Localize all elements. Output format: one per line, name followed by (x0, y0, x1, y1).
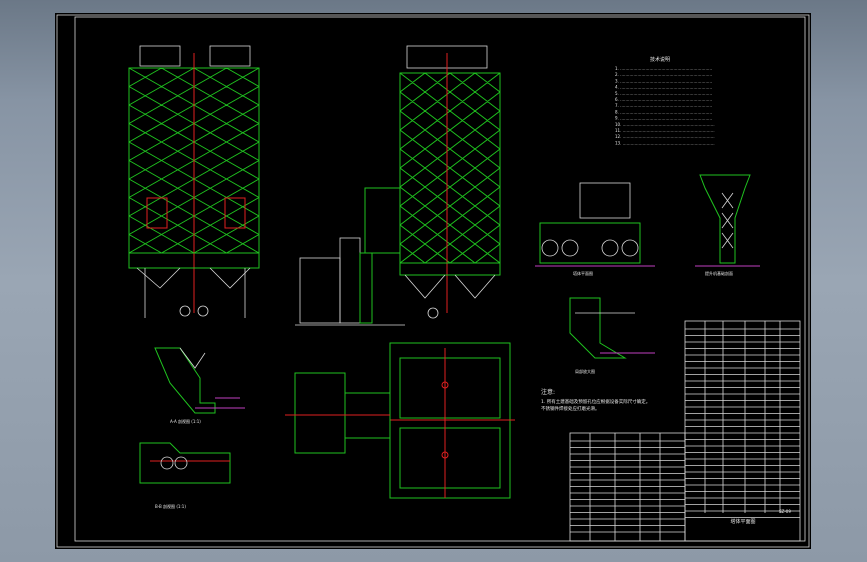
remarks-title: 注意: (541, 388, 555, 396)
note-line: 12. …………………………………………………………… (615, 134, 715, 139)
cad-drawing: 技术说明 1. ……………………………………………………………2. ………………… (56, 14, 810, 548)
side-view-small (535, 182, 655, 267)
bucket-elevator (295, 237, 405, 326)
support-frame-view (695, 174, 760, 267)
detail-a (569, 297, 655, 359)
note-line: 5. …………………………………………………………… (615, 91, 712, 96)
note-line: 2. …………………………………………………………… (615, 72, 712, 77)
dryer-tower-right-elevation (364, 45, 501, 319)
note-line: 4. …………………………………………………………… (615, 85, 712, 90)
technical-notes: 技术说明 1. ……………………………………………………………2. ………………… (615, 56, 715, 145)
remarks-line-1: 1. 所有土建基础及预留孔位应根据设备实际尺寸确定。 (541, 398, 650, 405)
caption-support: 提升机基础剖面 (705, 270, 733, 276)
section-b-b (139, 442, 231, 484)
title-block-title: 塔体平面图 (730, 518, 755, 525)
drawing-sheet[interactable]: 技术说明 1. …………………………………………………………… 2. ………………… (55, 13, 811, 549)
cyclone-block-1 (139, 45, 181, 67)
caption-section-b: B-B 剖视图 (1:1) (155, 503, 186, 509)
note-line: 13. …………………………………………………………… (615, 140, 715, 145)
plan-view (285, 342, 515, 499)
caption-detail: 局部放大图 (575, 368, 595, 374)
notes-title: 技术说明 (650, 56, 670, 63)
note-line: 1. …………………………………………………………… (615, 66, 712, 71)
dryer-tower-left-elevation (128, 45, 260, 318)
caption-section-a: A-A 剖视图 (1:1) (170, 418, 201, 424)
note-line: 9. …………………………………………………………… (615, 116, 712, 121)
caption-plan: 塔体平面图 (573, 270, 593, 276)
remarks-line-2: 不锈钢件焊接处应打磨光滑。 (541, 405, 600, 412)
note-line: 11. …………………………………………………………… (615, 128, 715, 133)
section-a-a (154, 347, 245, 414)
title-block: 塔体平面图 SZ-09 (569, 320, 801, 542)
drawing-number: SZ-09 (779, 509, 791, 514)
note-line: 3. …………………………………………………………… (615, 78, 712, 83)
remarks-block: 注意: 1. 所有土建基础及预留孔位应根据设备实际尺寸确定。 不锈钢件焊接处应打… (541, 388, 650, 412)
note-line: 8. …………………………………………………………… (615, 109, 712, 114)
cyclone-block-2 (209, 45, 251, 67)
note-line: 6. …………………………………………………………… (615, 97, 712, 102)
note-line: 10. …………………………………………………………… (615, 122, 715, 127)
note-line: 7. …………………………………………………………… (615, 103, 712, 108)
